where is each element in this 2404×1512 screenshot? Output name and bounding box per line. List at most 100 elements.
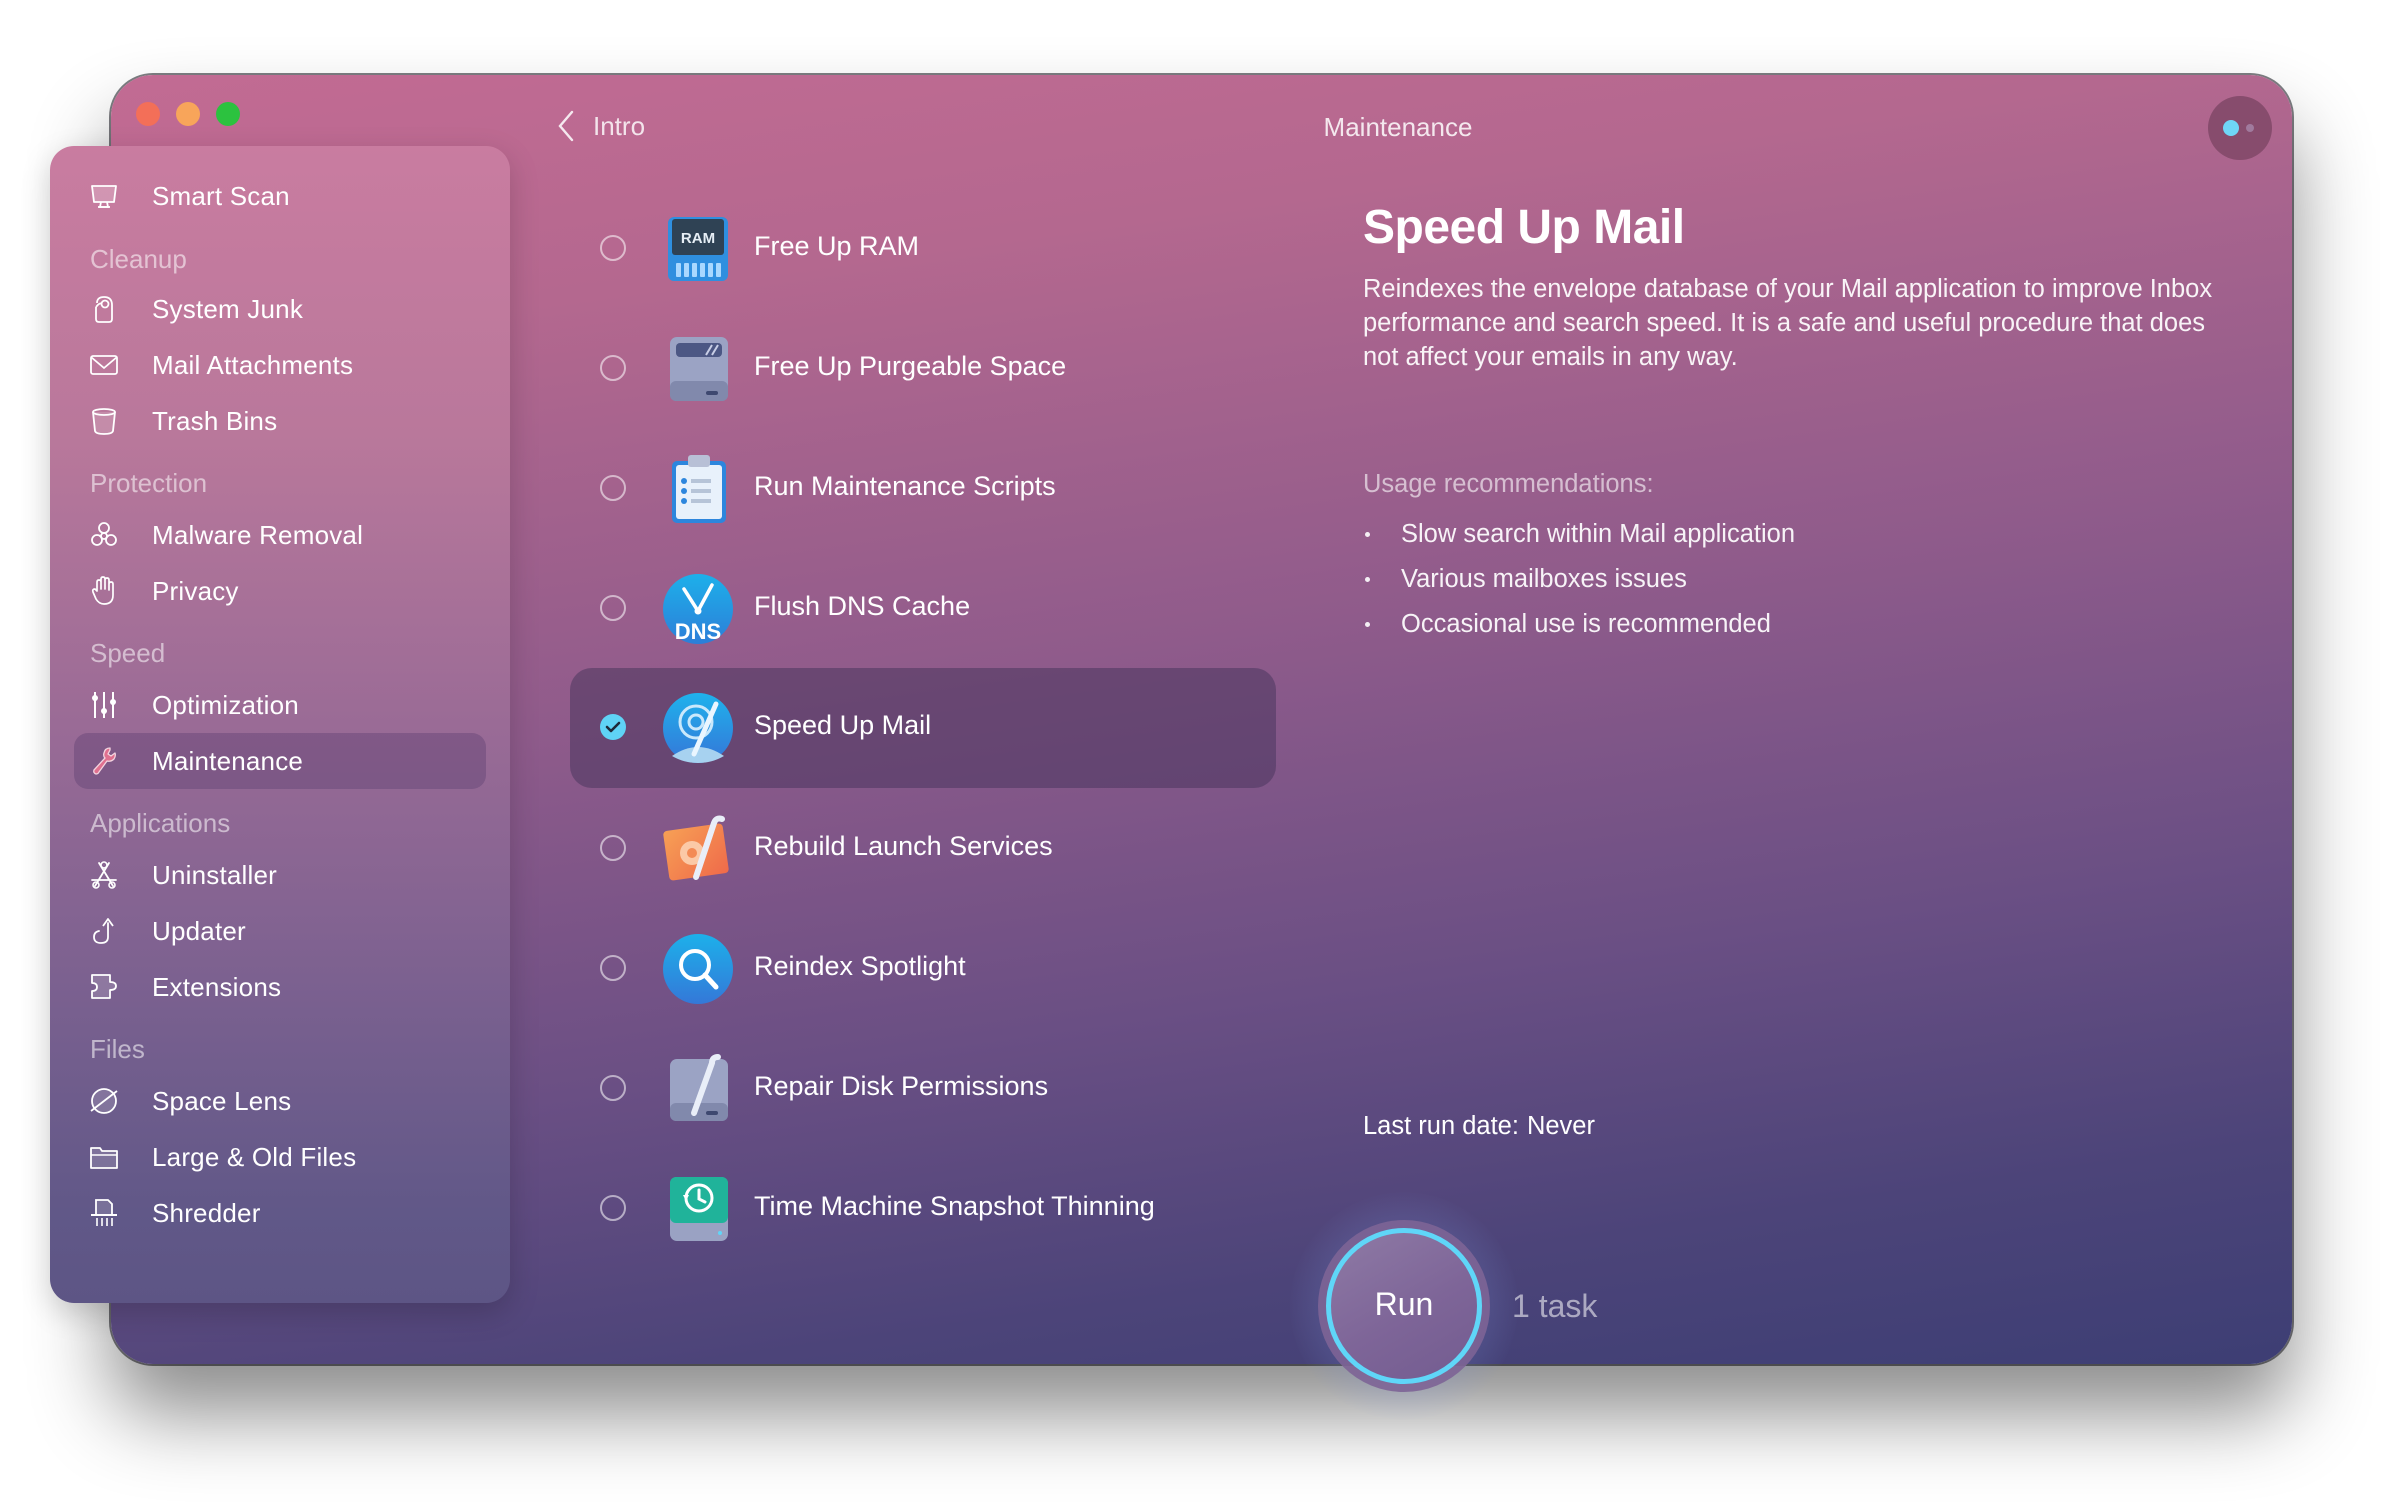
sidebar-item-label: Trash Bins	[152, 405, 278, 436]
mail-speedometer-icon	[662, 692, 734, 764]
sidebar-item-space-lens[interactable]: Space Lens	[74, 1073, 486, 1129]
close-window-button[interactable]	[136, 102, 160, 126]
sidebar-item-large-old-files[interactable]: Large & Old Files	[74, 1129, 486, 1185]
task-label: Time Machine Snapshot Thinning	[754, 1191, 1155, 1221]
sidebar-item-privacy[interactable]: Privacy	[74, 563, 486, 619]
task-label: Run Maintenance Scripts	[754, 471, 1056, 501]
sidebar-item-mail-attachments[interactable]: Mail Attachments	[74, 337, 486, 393]
sidebar-section-cleanup: Cleanup	[90, 244, 187, 274]
page-title: Maintenance	[1323, 112, 1473, 142]
task-label: Speed Up Mail	[754, 710, 932, 740]
sidebar-item-malware-removal[interactable]: Malware Removal	[74, 507, 486, 563]
task-row-free-up-purgeable-space[interactable]: Free Up Purgeable Space	[570, 309, 1276, 429]
task-row-reindex-spotlight[interactable]: Reindex Spotlight	[570, 909, 1276, 1029]
task-checkbox[interactable]	[600, 595, 626, 621]
task-row-run-maintenance-scripts[interactable]: Run Maintenance Scripts	[570, 429, 1276, 549]
sidebar-item-label: Uninstaller	[152, 859, 278, 890]
last-run-value: Never	[1526, 1112, 1595, 1140]
envelope-icon	[88, 349, 120, 381]
task-checkbox[interactable]	[600, 1075, 626, 1101]
hand-icon	[88, 575, 120, 607]
system-junk-icon	[88, 293, 120, 325]
sidebar-item-label: System Junk	[152, 293, 304, 324]
task-label: Repair Disk Permissions	[754, 1071, 1049, 1101]
detail-description: Reindexes the envelope database of your …	[1363, 275, 2213, 371]
bullet-icon	[1365, 577, 1370, 582]
sidebar-item-system-junk[interactable]: System Junk	[74, 281, 486, 337]
task-checkbox[interactable]	[600, 955, 626, 981]
shredder-icon	[88, 1197, 120, 1229]
task-checkbox-checked[interactable]	[600, 714, 626, 740]
svg-text:RAM: RAM	[681, 230, 715, 247]
bullet-icon	[1365, 532, 1370, 537]
sidebar-item-label: Optimization	[152, 689, 299, 720]
clipboard-icon	[662, 453, 734, 525]
task-checkbox[interactable]	[600, 475, 626, 501]
task-checkbox[interactable]	[600, 1195, 626, 1221]
time-machine-icon	[662, 1173, 734, 1245]
back-button[interactable]: Intro	[555, 108, 645, 144]
sidebar-item-shredder[interactable]: Shredder	[74, 1185, 486, 1241]
assistant-button[interactable]	[2208, 96, 2272, 160]
usage-item: Slow search within Mail application	[1363, 516, 1795, 561]
hard-drive-icon	[662, 333, 734, 405]
wrench-icon	[88, 745, 120, 777]
sidebar-item-optimization[interactable]: Optimization	[74, 677, 486, 733]
run-button[interactable]: Run	[1318, 1220, 1490, 1392]
sidebar-item-trash-bins[interactable]: Trash Bins	[74, 393, 486, 449]
sidebar-item-label: Extensions	[152, 971, 282, 1002]
app-store-icon	[88, 859, 120, 891]
usage-recommendations-list: Slow search within Mail application Vari…	[1363, 516, 1795, 651]
assistant-dot	[2246, 124, 2254, 132]
last-run-date: Last run date: Never	[1363, 1112, 1595, 1141]
sidebar-item-label: Shredder	[152, 1197, 261, 1228]
usage-item-text: Various mailboxes issues	[1401, 565, 1687, 593]
task-label: Free Up RAM	[754, 231, 920, 261]
task-row-time-machine-snapshot-thinning[interactable]: Time Machine Snapshot Thinning	[570, 1149, 1276, 1269]
sidebar-item-label: Large & Old Files	[152, 1141, 357, 1172]
task-checkbox[interactable]	[600, 355, 626, 381]
sidebar-item-label: Updater	[152, 915, 246, 946]
task-row-free-up-ram[interactable]: RAM Free Up RAM	[570, 189, 1276, 309]
ram-chip-icon: RAM	[662, 213, 734, 285]
sidebar-item-uninstaller[interactable]: Uninstaller	[74, 847, 486, 903]
task-row-speed-up-mail[interactable]: Speed Up Mail	[570, 668, 1276, 788]
sidebar-item-extensions[interactable]: Extensions	[74, 959, 486, 1015]
monitor-icon	[88, 180, 120, 212]
task-row-repair-disk-permissions[interactable]: Repair Disk Permissions	[570, 1029, 1276, 1149]
sidebar-section-speed: Speed	[90, 638, 166, 668]
sidebar-item-maintenance[interactable]: Maintenance	[74, 733, 486, 789]
biohazard-icon	[88, 519, 120, 551]
run-button-label: Run	[1374, 1286, 1434, 1322]
task-checkbox[interactable]	[600, 235, 626, 261]
trash-bin-icon	[88, 405, 120, 437]
chevron-left-icon	[558, 110, 574, 142]
task-row-rebuild-launch-services[interactable]: Rebuild Launch Services	[570, 789, 1276, 909]
last-run-label: Last run date:	[1363, 1112, 1519, 1140]
task-label: Flush DNS Cache	[754, 591, 971, 621]
svg-text:DNS: DNS	[675, 619, 721, 644]
detail-title: Speed Up Mail	[1363, 201, 1685, 254]
minimize-window-button[interactable]	[176, 102, 200, 126]
sidebar-item-updater[interactable]: Updater	[74, 903, 486, 959]
task-label: Rebuild Launch Services	[754, 831, 1053, 861]
task-checkbox[interactable]	[600, 835, 626, 861]
selected-task-count: 1 task	[1512, 1288, 1598, 1324]
gear-wrench-icon	[662, 813, 734, 885]
sidebar-item-label: Malware Removal	[152, 519, 364, 550]
sidebar-item-label: Privacy	[152, 575, 239, 606]
usage-recommendations-header: Usage recommendations:	[1363, 470, 1654, 498]
sidebar-section-protection: Protection	[90, 468, 208, 498]
sidebar-item-smart-scan[interactable]: Smart Scan	[74, 168, 486, 224]
task-row-flush-dns-cache[interactable]: DNS Flush DNS Cache	[570, 549, 1276, 669]
sliders-icon	[88, 689, 120, 721]
magnifier-icon	[662, 933, 734, 1005]
bullet-icon	[1365, 622, 1370, 627]
usage-item: Various mailboxes issues	[1363, 561, 1795, 606]
folder-icon	[88, 1141, 120, 1173]
sidebar-section-applications: Applications	[90, 808, 231, 838]
maximize-window-button[interactable]	[216, 102, 240, 126]
sidebar-section-files: Files	[90, 1034, 145, 1064]
planet-icon	[88, 1085, 120, 1117]
puzzle-icon	[88, 971, 120, 1003]
